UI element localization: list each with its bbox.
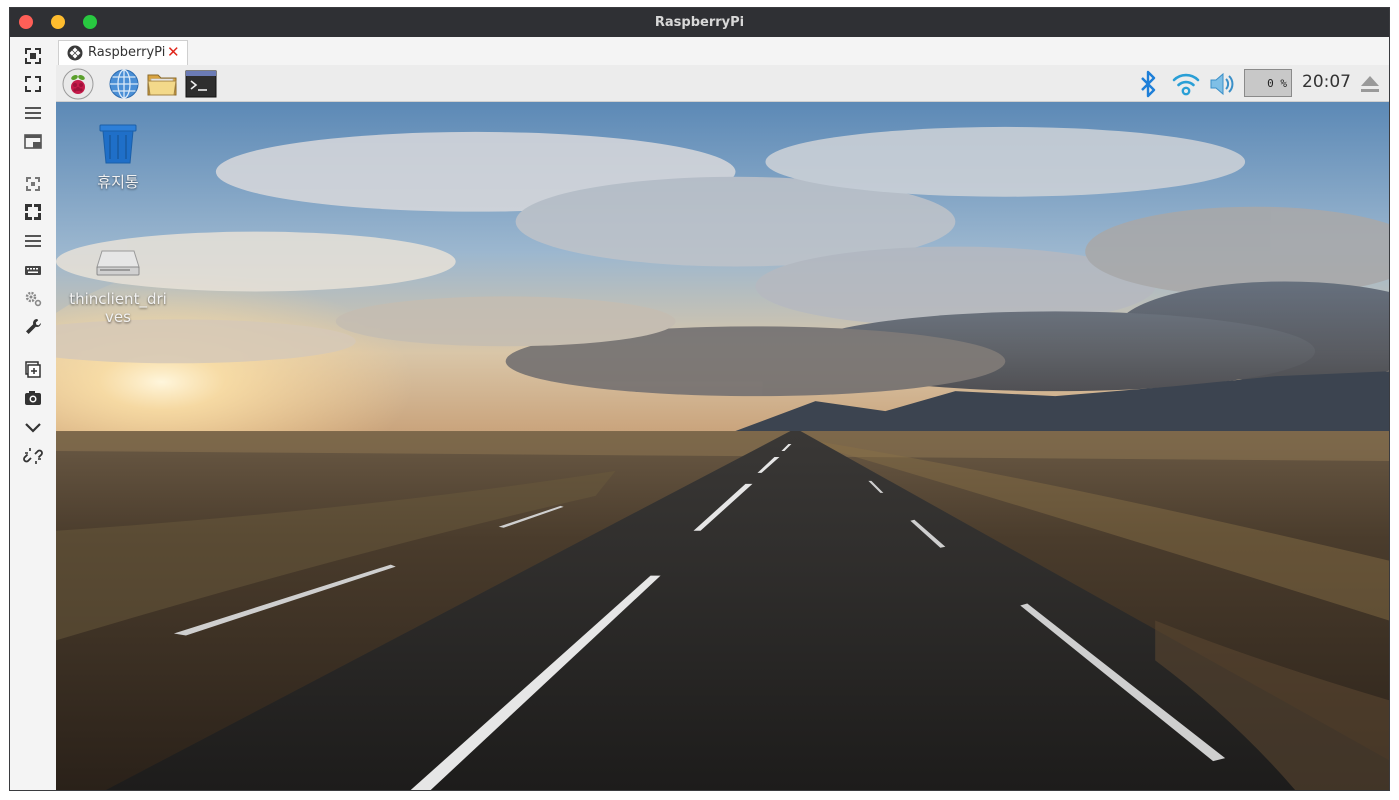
- remote-desktop[interactable]: 0 % 20:07 휴지통 thinclient_drives: [56, 65, 1389, 790]
- fullscreen-icon[interactable]: [22, 73, 44, 95]
- keyboard-icon[interactable]: [22, 259, 44, 281]
- cpu-usage-monitor[interactable]: 0 %: [1244, 69, 1292, 97]
- lxde-panel: 0 % 20:07: [56, 65, 1389, 102]
- cpu-usage-text: 0 %: [1267, 77, 1287, 90]
- tab-label: RaspberryPi: [88, 45, 166, 60]
- volume-icon[interactable]: [1206, 68, 1238, 100]
- eject-icon[interactable]: [1354, 68, 1386, 100]
- thinclient-drives-desktop-icon[interactable]: thinclient_drives: [66, 237, 170, 326]
- bluetooth-icon[interactable]: [1132, 68, 1164, 100]
- remote-desktop-window: RaspberryPi RaspberryPi ✕ 0 % 20:07 휴지통 …: [9, 7, 1390, 791]
- wifi-icon[interactable]: [1170, 68, 1202, 100]
- desktop-wallpaper: [56, 102, 1389, 790]
- drive-icon: [96, 250, 140, 276]
- trash-label: 휴지통: [97, 173, 139, 191]
- web-browser-icon[interactable]: [108, 68, 140, 100]
- tools-icon[interactable]: [22, 316, 44, 338]
- window-title: RaspberryPi: [654, 15, 745, 30]
- preferences-icon[interactable]: [22, 287, 44, 309]
- window-scale-icon[interactable]: [22, 131, 44, 153]
- chevron-down-icon[interactable]: [22, 416, 44, 438]
- trash-desktop-icon[interactable]: 휴지통: [86, 120, 150, 191]
- remmina-toolbar: [10, 37, 57, 790]
- thinclient-drives-label: thinclient_drives: [69, 290, 167, 326]
- file-manager-icon[interactable]: [146, 68, 178, 100]
- terminal-icon[interactable]: [185, 68, 217, 100]
- menu-lines-icon[interactable]: [22, 102, 44, 124]
- tab-raspberrypi[interactable]: RaspberryPi ✕: [58, 40, 188, 65]
- tab-close-icon[interactable]: ✕: [167, 43, 180, 61]
- list-icon[interactable]: [22, 230, 44, 252]
- fullscreen-expand-icon[interactable]: [22, 201, 44, 223]
- tab-strip: RaspberryPi ✕: [56, 37, 1389, 66]
- duplicate-icon[interactable]: [22, 359, 44, 381]
- window-titlebar[interactable]: RaspberryPi: [10, 8, 1389, 37]
- panel-clock[interactable]: 20:07: [1302, 72, 1351, 92]
- remmina-icon: [67, 45, 83, 61]
- disconnect-icon[interactable]: [22, 445, 44, 467]
- screenshot-icon[interactable]: [22, 387, 44, 409]
- raspberry-menu-icon[interactable]: [62, 68, 94, 100]
- fit-window-icon[interactable]: [22, 45, 44, 67]
- trash-icon: [99, 124, 137, 164]
- grab-keyboard-icon[interactable]: [22, 173, 44, 195]
